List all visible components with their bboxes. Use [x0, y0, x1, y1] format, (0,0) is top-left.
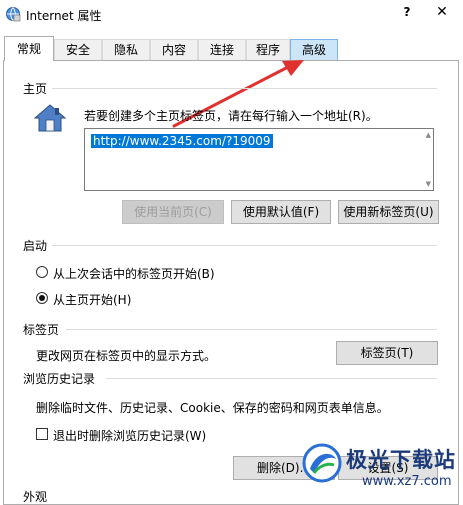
history-divider [106, 378, 437, 379]
homepage-description: 若要创建多个主页标签页，请在每行输入一个地址(R)。 [84, 109, 378, 123]
help-button[interactable]: ? [397, 5, 417, 23]
appearance-section-label: 外观 [23, 490, 48, 504]
title-bar: Internet 属性 ? ✕ [0, 0, 463, 30]
radio-last-session-label[interactable]: 从上次会话中的标签页开始(B) [53, 265, 215, 282]
use-new-tab-button[interactable]: 使用新标签页(U) [338, 200, 439, 224]
use-current-button[interactable]: 使用当前页(C) [122, 200, 224, 224]
homepage-url-value: http://www.2345.com/?19009 [91, 134, 273, 148]
history-description: 删除临时文件、历史记录、Cookie、保存的密码和网页表单信息。 [36, 401, 389, 415]
tabs-button[interactable]: 标签页(T) [336, 341, 438, 365]
home-icon [33, 104, 67, 132]
close-button[interactable]: ✕ [432, 4, 452, 24]
internet-options-icon [6, 7, 21, 22]
startup-divider [52, 245, 437, 246]
homepage-divider [52, 88, 437, 89]
radio-homepage-label[interactable]: 从主页开始(H) [53, 291, 131, 308]
tab-privacy[interactable]: 隐私 [102, 39, 150, 60]
radio-homepage[interactable] [36, 292, 48, 304]
radio-last-session[interactable] [36, 266, 48, 278]
tabs-description: 更改网页在标签页中的显示方式。 [36, 349, 217, 363]
watermark-logo [302, 443, 342, 483]
homepage-section-label: 主页 [23, 82, 48, 96]
delete-on-exit-checkbox[interactable] [36, 428, 48, 440]
history-section-label: 浏览历史记录 [23, 372, 96, 386]
scroll-up-icon[interactable]: ▲ [426, 131, 431, 139]
delete-on-exit-label[interactable]: 退出时删除浏览历史记录(W) [53, 427, 206, 444]
startup-section-label: 启动 [23, 239, 48, 253]
tab-general[interactable]: 常规 [4, 36, 54, 61]
tabs-divider [66, 329, 437, 330]
homepage-url-input[interactable]: http://www.2345.com/?19009 ▲ ▼ [84, 128, 434, 191]
scroll-down-icon[interactable]: ▼ [426, 180, 431, 188]
use-default-button[interactable]: 使用默认值(F) [231, 200, 331, 224]
window-title: Internet 属性 [26, 9, 102, 23]
tabs-section-label: 标签页 [23, 323, 60, 337]
tab-security[interactable]: 安全 [54, 39, 102, 60]
watermark-title: 极光下载站 [346, 448, 456, 472]
watermark-url: www.xz7.com [362, 474, 452, 489]
